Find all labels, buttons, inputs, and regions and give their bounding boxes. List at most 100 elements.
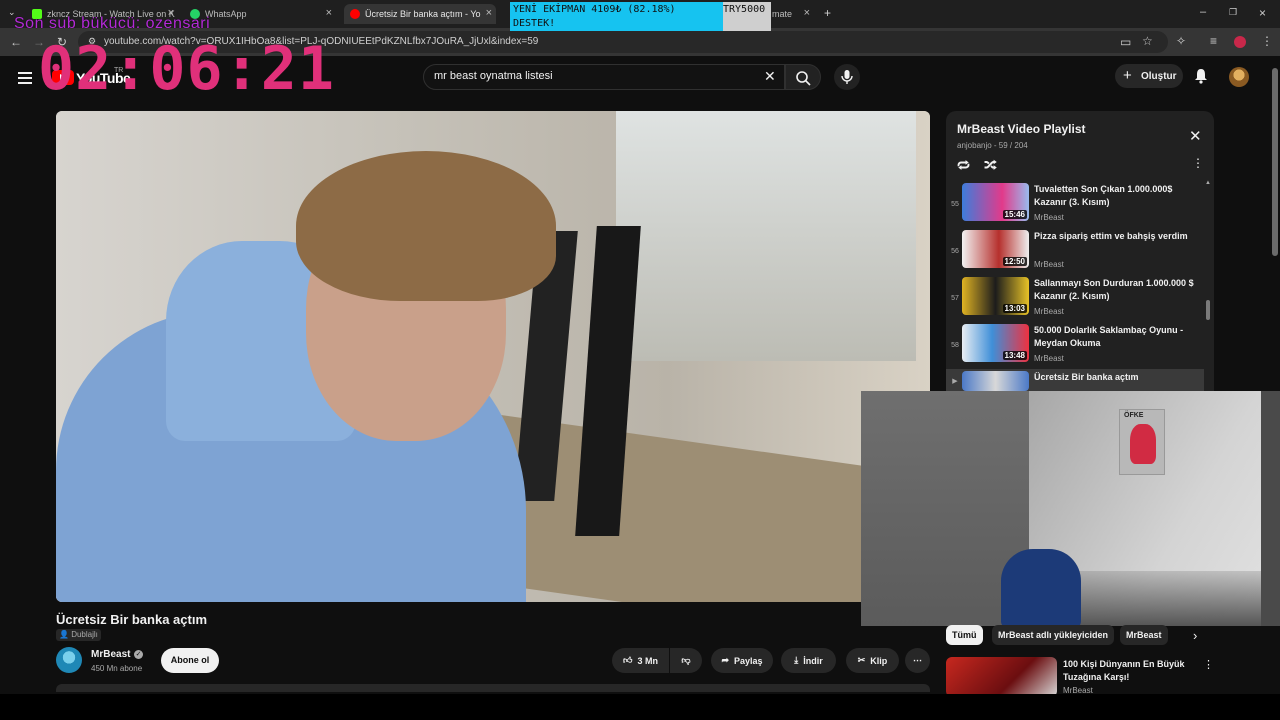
extensions-icon[interactable]: ✧ [1176, 35, 1186, 47]
browser-menu-icon[interactable]: ⋮ [1261, 35, 1273, 47]
back-icon[interactable]: ← [10, 36, 22, 48]
profile-icon[interactable] [1234, 36, 1246, 48]
recommended-video-thumbnail[interactable] [946, 657, 1057, 697]
donation-goal-text: YENİ EKİPMAN 4109₺ (82.18%) [513, 4, 676, 15]
new-tab-icon[interactable]: + [824, 7, 831, 19]
clip-label: Klip [870, 655, 888, 666]
playlist-item-title[interactable]: Ücretsiz Bir banka açtım [1034, 371, 1194, 384]
subscribe-button[interactable]: Abone ol [161, 648, 219, 673]
playlist-item-index: 57 [951, 295, 959, 302]
restore-icon[interactable]: ❐ [1229, 8, 1237, 17]
webcam-shadow [1071, 571, 1280, 626]
playlist-item-channel[interactable]: MrBeast [1034, 354, 1064, 363]
loop-icon[interactable]: 🔁︎ [957, 156, 970, 175]
thumbs-up-icon: 👍︎ [623, 655, 633, 665]
playlist-scrollbar[interactable] [1206, 300, 1210, 320]
hamburger-menu-icon[interactable] [18, 72, 32, 87]
download-button[interactable]: ⤓ İndir [781, 648, 836, 673]
channel-avatar[interactable] [56, 647, 82, 673]
chip-channel[interactable]: MrBeast [1120, 625, 1168, 645]
share-label: Paylaş [734, 655, 763, 666]
playlist-item-thumbnail[interactable]: 13:03 [962, 277, 1029, 315]
playlist-item-index: 55 [951, 201, 959, 208]
more-horizontal-icon: ⋯ [913, 655, 922, 665]
duration-badge: 13:03 [1002, 304, 1027, 313]
bookmark-star-icon[interactable]: ☆ [1142, 35, 1153, 47]
playlist-item-channel[interactable]: MrBeast [1034, 260, 1064, 269]
scroll-up-icon[interactable]: ▲ [1205, 180, 1211, 186]
create-button[interactable]: + Oluştur [1115, 64, 1183, 88]
video-frame-window [616, 111, 916, 361]
playlist-title[interactable]: MrBeast Video Playlist [957, 122, 1086, 136]
close-icon[interactable]: × [486, 7, 492, 19]
recommended-video-title[interactable]: 100 Kişi Dünyanın En Büyük Tuzağına Karş… [1063, 658, 1193, 684]
chip-from-uploader[interactable]: MrBeast adlı yükleyiciden [992, 625, 1115, 645]
donation-goal-amount: TRY5000 [723, 4, 766, 15]
last-subscriber-overlay: Son sub bükücü: ozensari [14, 15, 211, 32]
dubbed-icon: 👤 [59, 630, 69, 639]
playlist-item-title[interactable]: 50.000 Dolarlık Saklambaç Oyunu - Meydan… [1034, 324, 1194, 350]
playlist-item-thumbnail[interactable]: 12:50 [962, 230, 1029, 268]
duration-badge: 13:48 [1002, 351, 1027, 360]
window-close-icon[interactable]: × [1259, 7, 1266, 19]
playlist-item-index: 56 [951, 248, 959, 255]
channel-name[interactable]: MrBeast [91, 649, 130, 660]
playlist-owner-position: anjobanjo - 59 / 204 [957, 141, 1028, 150]
playlist-item[interactable]: 58 13:48 50.000 Dolarlık Saklambaç Oyunu… [946, 322, 1204, 368]
dislike-button[interactable]: 👎︎ [670, 648, 702, 673]
playlist-item-index: 58 [951, 342, 959, 349]
page-scrollbar[interactable] [1272, 68, 1278, 256]
voice-search-button[interactable] [834, 64, 860, 90]
minimize-icon[interactable]: – [1200, 7, 1206, 18]
playlist-item-thumbnail[interactable]: 13:48 [962, 324, 1029, 362]
webcam-poster: ÖFKE [1119, 409, 1165, 475]
tab-label: WhatsApp [205, 9, 247, 19]
search-input[interactable]: mr beast oynatma listesi [434, 70, 553, 82]
share-button[interactable]: ➦ Paylaş [711, 648, 773, 673]
playlist-item-title[interactable]: Tuvaletten Son Çıkan 1.000.000$ Kazanır … [1034, 183, 1194, 209]
tab-youtube-video[interactable]: Ücretsiz Bir banka açtım - Yo × [344, 4, 496, 24]
now-playing-icon: ▶ [952, 378, 958, 385]
notifications-bell-icon[interactable] [1194, 68, 1208, 89]
duration-badge: 12:50 [1002, 257, 1027, 266]
mic-icon [841, 70, 853, 84]
webcam-edge [1261, 391, 1280, 626]
media-icon[interactable]: ≡ [1210, 35, 1217, 47]
playlist-item-current[interactable]: ▶ Ücretsiz Bir banka açtım [946, 369, 1204, 391]
donation-goal-subtext: DESTEK! [513, 18, 556, 29]
download-label: İndir [803, 655, 823, 666]
clear-search-icon[interactable]: ✕ [764, 68, 776, 85]
more-vertical-icon[interactable]: ⋮ [1203, 658, 1214, 671]
dubbed-label: Dublajlı [71, 630, 98, 639]
playlist-item[interactable]: 56 12:50 Pizza sipariş ettim ve bahşiş v… [946, 228, 1204, 274]
stream-timer-overlay: 02:06:21 [38, 34, 335, 104]
description-box[interactable] [56, 684, 930, 692]
playlist-more-icon[interactable]: ⋮ [1192, 156, 1204, 170]
more-actions-button[interactable]: ⋯ [905, 648, 930, 673]
close-icon[interactable]: × [326, 7, 332, 19]
search-button[interactable] [785, 64, 821, 90]
clip-button[interactable]: ✂ Klip [846, 648, 899, 673]
video-player[interactable] [56, 111, 930, 602]
tab-label: mate [772, 9, 793, 19]
like-count: 3 Mn [637, 655, 658, 666]
tab-other[interactable]: mate × [772, 4, 814, 24]
playlist-item-channel[interactable]: MrBeast [1034, 307, 1064, 316]
account-avatar[interactable] [1229, 67, 1249, 87]
like-button[interactable]: 👍︎ 3 Mn [612, 648, 669, 673]
playlist-item[interactable]: 55 15:46 Tuvaletten Son Çıkan 1.000.000$… [946, 181, 1204, 227]
playlist-item[interactable]: 57 13:03 Sallanmayı Son Durduran 1.000.0… [946, 275, 1204, 321]
cast-icon[interactable]: ▭ [1120, 36, 1131, 48]
chip-all[interactable]: Tümü [946, 625, 983, 645]
shuffle-icon[interactable]: 🔀︎ [984, 156, 997, 175]
chevron-right-icon[interactable]: › [1193, 628, 1197, 643]
playlist-item-title[interactable]: Sallanmayı Son Durduran 1.000.000 $ Kaza… [1034, 277, 1194, 303]
playlist-item-thumbnail[interactable]: 15:46 [962, 183, 1029, 221]
playlist-item-channel[interactable]: MrBeast [1034, 213, 1064, 222]
playlist-item-title[interactable]: Pizza sipariş ettim ve bahşiş verdim [1034, 230, 1194, 243]
close-icon[interactable]: × [804, 7, 810, 19]
webcam-overlay: ÖFKE [861, 391, 1280, 626]
close-icon[interactable]: ✕ [1189, 127, 1202, 145]
webcam-chair [1001, 549, 1081, 626]
playlist-item-thumbnail[interactable] [962, 371, 1029, 391]
